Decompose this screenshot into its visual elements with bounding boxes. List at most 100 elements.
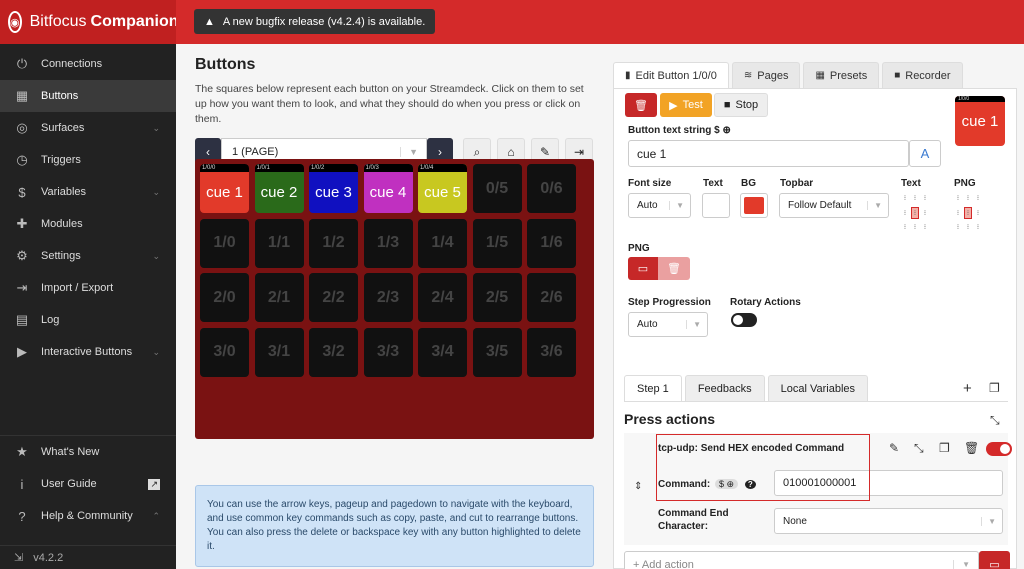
sidebar-bottom-nav: ★ What's New i User Guide ↗? Help & Community… bbox=[0, 435, 176, 532]
grid-button[interactable]: 3/4 bbox=[418, 327, 467, 377]
delete-action-button[interactable]: 🗑 bbox=[964, 441, 979, 455]
grid-button[interactable]: 1/5 bbox=[472, 218, 522, 268]
grid-button[interactable]: 1/0 bbox=[200, 218, 249, 268]
align-cell[interactable]: ⁝ bbox=[921, 221, 929, 233]
sidebar-item-modules[interactable]: ✚ Modules bbox=[0, 208, 176, 240]
grid-button[interactable]: 1/0/4 cue 5 bbox=[418, 164, 467, 213]
align-cell[interactable]: ⁝ bbox=[921, 192, 929, 204]
sidebar-item-import-export[interactable]: ⇥ Import / Export bbox=[0, 272, 176, 304]
align-cell[interactable]: ⁝ bbox=[974, 207, 982, 219]
action-enabled-toggle[interactable] bbox=[986, 442, 1012, 456]
tab-step-1[interactable]: Step 1 bbox=[624, 375, 682, 401]
png-alignment-grid[interactable]: ⁝ ⁝ ⁝ ⁝ ⁝ ⁝ ⁝ ⁝ ⁝ bbox=[954, 192, 980, 234]
align-cell[interactable]: ⁝ bbox=[964, 192, 972, 204]
align-cell[interactable]: ⁝ bbox=[901, 221, 909, 233]
duplicate-step-button[interactable]: ❐ bbox=[989, 381, 1000, 395]
grid-button[interactable]: 1/4 bbox=[418, 218, 467, 268]
grid-button[interactable]: 2/5 bbox=[472, 273, 522, 322]
grid-button[interactable]: 2/2 bbox=[309, 273, 358, 322]
align-cell[interactable]: ⁝ bbox=[911, 192, 919, 204]
sidebar-item-help-community[interactable]: ? Help & Community ⌃ bbox=[0, 500, 176, 532]
star-icon: ★ bbox=[16, 444, 28, 459]
align-cell[interactable]: ⁝ bbox=[921, 207, 929, 219]
grid-button[interactable]: 2/0 bbox=[200, 273, 249, 322]
tab-presets[interactable]: ▦ Presets bbox=[803, 62, 880, 88]
grid-button[interactable]: 3/1 bbox=[254, 327, 304, 377]
grid-button[interactable]: 1/1 bbox=[254, 218, 304, 268]
align-cell[interactable]: ⁝ bbox=[901, 192, 909, 204]
sidebar-item-surfaces[interactable]: ◎ Surfaces ⌄ bbox=[0, 112, 176, 144]
stop-button[interactable]: ■ Stop bbox=[714, 93, 768, 117]
align-cell[interactable]: ⁝ bbox=[954, 192, 962, 204]
sidebar-item-log[interactable]: ▤ Log bbox=[0, 304, 176, 336]
align-cell[interactable]: ⁝ bbox=[954, 221, 962, 233]
align-cell[interactable]: ⁝ bbox=[911, 221, 919, 233]
text-expression-button[interactable]: A bbox=[909, 140, 941, 167]
grid-button[interactable]: 2/1 bbox=[254, 273, 304, 322]
align-cell[interactable]: ⁝ bbox=[964, 206, 972, 219]
grid-button[interactable]: 2/4 bbox=[418, 273, 467, 322]
align-cell[interactable]: ⁝ bbox=[964, 221, 972, 233]
collapse-action-button[interactable]: ⤡ bbox=[914, 441, 924, 456]
align-cell[interactable]: ⁝ bbox=[974, 192, 982, 204]
topbar-select[interactable]: Follow Default ▼ bbox=[779, 193, 889, 218]
tab-pages[interactable]: ≋ Pages bbox=[731, 62, 801, 88]
align-cell[interactable]: ⁝ bbox=[974, 221, 982, 233]
font-size-select[interactable]: Auto ▼ bbox=[628, 193, 691, 218]
tab-feedbacks[interactable]: Feedbacks bbox=[684, 375, 765, 401]
button-label: 3/0 bbox=[213, 343, 236, 360]
align-cell[interactable]: ⁝ bbox=[954, 207, 962, 219]
step-progression-select[interactable]: Auto ▼ bbox=[628, 312, 708, 337]
grid-button[interactable]: 1/0/1 cue 2 bbox=[254, 164, 304, 213]
grid-button[interactable]: 3/2 bbox=[309, 327, 358, 377]
sidebar-item-interactive-buttons[interactable]: ▶ Interactive Buttons ⌄ bbox=[0, 336, 176, 368]
sidebar-item-what-s-new[interactable]: ★ What's New bbox=[0, 436, 176, 468]
grid-button[interactable]: 2/6 bbox=[527, 273, 576, 322]
sidebar-item-buttons[interactable]: ▦ Buttons bbox=[0, 80, 176, 112]
delete-button[interactable]: 🗑 bbox=[625, 93, 657, 117]
tab-recorder[interactable]: ■ Recorder bbox=[882, 62, 963, 88]
rotary-actions-toggle[interactable] bbox=[731, 313, 757, 327]
sidebar-item-user-guide[interactable]: i User Guide ↗ bbox=[0, 468, 176, 500]
grid-button[interactable]: 0/6 bbox=[527, 164, 576, 213]
sidebar-item-settings[interactable]: ⚙ Settings ⌄ bbox=[0, 240, 176, 272]
tab-local-variables[interactable]: Local Variables bbox=[767, 375, 869, 401]
grid-button[interactable]: 3/5 bbox=[472, 327, 522, 377]
tab-edit-button[interactable]: ▮ Edit Button 1/0/0 bbox=[613, 62, 729, 88]
text-alignment-grid[interactable]: ⁝ ⁝ ⁝ ⁝ ⁝ ⁝ ⁝ ⁝ ⁝ bbox=[901, 192, 927, 234]
grid-button[interactable]: 1/3 bbox=[363, 218, 413, 268]
brand[interactable]: ◉ Bitfocus Companion bbox=[0, 0, 179, 44]
button-text-input[interactable]: cue 1 bbox=[628, 140, 909, 167]
sidebar-item-connections[interactable]: ⏻ Connections bbox=[0, 48, 176, 80]
add-step-button[interactable]: + bbox=[963, 380, 972, 397]
grid-button[interactable]: 2/3 bbox=[363, 273, 413, 322]
png-clear-button[interactable]: 🗑 bbox=[658, 257, 690, 280]
text-color-label: Text bbox=[703, 178, 723, 189]
update-toast[interactable]: ▲ A new bugfix release (v4.2.4) is avail… bbox=[194, 9, 436, 34]
grid-button[interactable]: 3/6 bbox=[527, 327, 576, 377]
sidebar-item-variables[interactable]: $ Variables ⌄ bbox=[0, 176, 176, 208]
grid-button[interactable]: 1/2 bbox=[309, 218, 358, 268]
text-color-swatch[interactable] bbox=[702, 193, 730, 218]
grid-button[interactable]: 1/0/2 cue 3 bbox=[309, 164, 358, 213]
grid-button[interactable]: 3/3 bbox=[363, 327, 413, 377]
sidebar-item-triggers[interactable]: ◷ Triggers bbox=[0, 144, 176, 176]
collapse-all-button[interactable]: ⤡ bbox=[990, 413, 1000, 428]
browse-actions-button[interactable]: ▭ bbox=[979, 551, 1010, 569]
grid-button[interactable]: 1/6 bbox=[527, 218, 576, 268]
align-cell[interactable]: ⁝ bbox=[911, 206, 919, 219]
add-action-select[interactable]: + Add action ▼ bbox=[624, 551, 979, 569]
grid-button[interactable]: 3/0 bbox=[200, 327, 249, 377]
grid-button[interactable]: 0/5 bbox=[472, 164, 522, 213]
sidebar-item-label: What's New bbox=[41, 446, 100, 458]
test-button[interactable]: ▶ Test bbox=[660, 93, 712, 117]
grid-button[interactable]: 1/0/0 cue 1 bbox=[200, 164, 249, 213]
bg-color-swatch[interactable] bbox=[740, 193, 768, 218]
duplicate-action-button[interactable]: ❐ bbox=[939, 441, 950, 455]
drag-handle-icon[interactable]: ⇕ bbox=[634, 481, 642, 492]
grid-button[interactable]: 1/0/3 cue 4 bbox=[363, 164, 413, 213]
align-cell[interactable]: ⁝ bbox=[901, 207, 909, 219]
end-character-select[interactable]: None ▼ bbox=[774, 508, 1003, 534]
png-upload-button[interactable]: ▭ bbox=[628, 257, 658, 280]
edit-action-button[interactable]: ✎ bbox=[889, 441, 899, 455]
